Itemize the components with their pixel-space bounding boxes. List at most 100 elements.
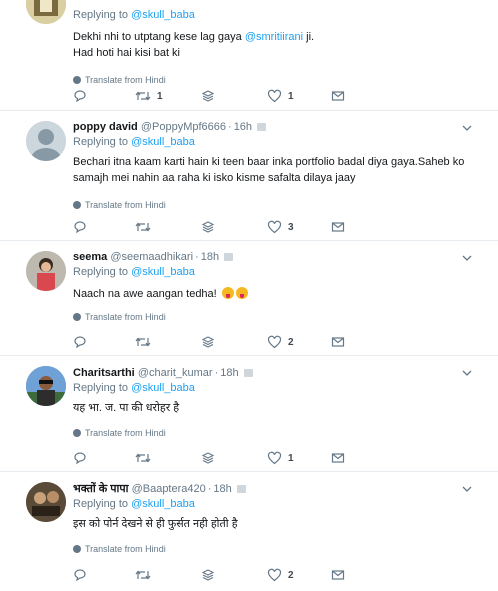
retweet-icon xyxy=(135,568,151,582)
mention-link[interactable]: @smritiirani xyxy=(245,31,303,43)
translate-link[interactable]: Translate from Hindi xyxy=(73,310,478,324)
globe-icon xyxy=(73,545,81,553)
translate-link[interactable]: Translate from Hindi xyxy=(73,73,478,87)
avatar[interactable] xyxy=(26,0,66,24)
like-button[interactable]: 1 xyxy=(267,88,294,104)
replying-mention-link[interactable]: @skull_baba xyxy=(131,382,195,394)
tweet-actions: 2 xyxy=(73,334,373,350)
separator: · xyxy=(214,367,219,379)
display-name[interactable]: seema xyxy=(73,251,107,263)
retweets-count: 1 xyxy=(157,90,163,102)
stack-button[interactable] xyxy=(201,450,215,466)
reply-button[interactable] xyxy=(73,334,93,350)
reply-button[interactable] xyxy=(73,88,93,104)
replying-mention-link[interactable]: @skull_baba xyxy=(131,498,195,510)
display-name[interactable]: Charitsarthi xyxy=(73,367,135,379)
replying-mention-link[interactable]: @skull_baba xyxy=(131,266,195,278)
separator: · xyxy=(228,121,232,133)
replying-label: Replying to xyxy=(73,266,129,278)
tweet-text-line: Had hoti hai kisi bat ki xyxy=(73,47,180,59)
globe-icon xyxy=(73,201,81,209)
translate-label[interactable]: Translate from Hindi xyxy=(85,542,166,556)
tweet-text-suffix: ji. xyxy=(303,31,315,43)
globe-icon xyxy=(73,76,81,84)
tweet-text: यह भा. ज. पा की धरोहर है xyxy=(73,402,180,414)
tweet-3[interactable]: Charitsarthi @charit_kumar · 18h Replying … xyxy=(0,356,498,472)
globe-icon xyxy=(73,429,81,437)
like-button[interactable]: 2 xyxy=(267,334,294,350)
like-button[interactable]: 3 xyxy=(267,219,294,235)
user-handle[interactable]: @charit_kumar xyxy=(138,367,213,379)
timestamp[interactable]: 18h xyxy=(201,251,219,263)
direct-message-button[interactable] xyxy=(331,219,345,235)
tongue-emoji-icon xyxy=(235,287,248,299)
timestamp[interactable]: 18h xyxy=(220,367,238,379)
device-icon xyxy=(236,485,246,493)
direct-message-button[interactable] xyxy=(331,450,345,466)
translate-label[interactable]: Translate from Hindi xyxy=(85,73,166,87)
reply-icon xyxy=(73,451,87,465)
display-name[interactable]: भक्तों के पापा xyxy=(73,483,129,495)
tweet-text-body: Naach na awe aangan tedha! xyxy=(73,288,217,300)
retweet-icon xyxy=(135,451,151,465)
translate-link[interactable]: Translate from Hindi xyxy=(73,198,478,212)
stack-button[interactable] xyxy=(201,219,215,235)
heart-icon xyxy=(267,451,282,465)
stack-icon xyxy=(201,451,215,465)
tweet-0[interactable]: Replying to @skull_baba Dekhi nhi to utp… xyxy=(0,0,498,111)
timestamp[interactable]: 18h xyxy=(213,483,231,495)
replying-mention-link[interactable]: @skull_baba xyxy=(131,9,195,21)
timestamp[interactable]: 16h xyxy=(234,121,252,133)
stack-button[interactable] xyxy=(201,334,215,350)
avatar[interactable] xyxy=(26,482,66,522)
direct-message-button[interactable] xyxy=(331,88,345,104)
direct-message-button[interactable] xyxy=(331,334,345,350)
stack-button[interactable] xyxy=(201,567,215,583)
replying-to: Replying to @skull_baba xyxy=(73,381,478,396)
user-handle[interactable]: @PoppyMpf6666 xyxy=(141,121,226,133)
tweet-header: poppy david @PoppyMpf6666 · 16h xyxy=(73,120,478,135)
retweet-button[interactable] xyxy=(135,334,157,350)
replying-label: Replying to xyxy=(73,382,129,394)
retweet-button[interactable]: 1 xyxy=(135,88,163,104)
avatar[interactable] xyxy=(26,366,66,406)
stack-button[interactable] xyxy=(201,88,215,104)
like-button[interactable]: 2 xyxy=(267,567,294,583)
reply-button[interactable] xyxy=(73,567,93,583)
translate-link[interactable]: Translate from Hindi xyxy=(73,542,478,556)
user-handle[interactable]: @seemaadhikari xyxy=(110,251,193,263)
globe-icon xyxy=(73,313,81,321)
message-icon xyxy=(331,451,345,465)
stack-icon xyxy=(201,568,215,582)
likes-count: 2 xyxy=(288,569,294,581)
replying-mention-link[interactable]: @skull_baba xyxy=(131,136,195,148)
tweet-4[interactable]: भक्तों के पापा @Baaptera420 · 18h Replying… xyxy=(0,472,498,591)
tweet-2[interactable]: seema @seemaadhikari · 18h Replying to @sk… xyxy=(0,241,498,356)
translate-label[interactable]: Translate from Hindi xyxy=(85,426,166,440)
direct-message-button[interactable] xyxy=(331,567,345,583)
tweet-text: Bechari itna kaam karti hain ki teen baa… xyxy=(73,156,465,184)
likes-count: 2 xyxy=(288,336,294,348)
replying-to: Replying to @skull_baba xyxy=(73,8,478,23)
stack-icon xyxy=(201,89,215,103)
translate-link[interactable]: Translate from Hindi xyxy=(73,426,478,440)
tweet-1[interactable]: poppy david @PoppyMpf6666 · 16h Replying t… xyxy=(0,111,498,241)
reply-button[interactable] xyxy=(73,450,93,466)
heart-icon xyxy=(267,89,282,103)
tweet-header: भक्तों के पापा @Baaptera420 · 18h xyxy=(73,482,478,497)
heart-icon xyxy=(267,220,282,234)
avatar[interactable] xyxy=(26,251,66,291)
retweet-button[interactable] xyxy=(135,219,157,235)
avatar[interactable] xyxy=(26,121,66,161)
display-name[interactable]: poppy david xyxy=(73,121,138,133)
translate-label[interactable]: Translate from Hindi xyxy=(85,198,166,212)
replying-label: Replying to xyxy=(73,9,129,21)
user-handle[interactable]: @Baaptera420 xyxy=(132,483,206,495)
like-button[interactable]: 1 xyxy=(267,450,294,466)
tweet-actions: 3 xyxy=(73,219,373,235)
reply-button[interactable] xyxy=(73,219,93,235)
retweet-button[interactable] xyxy=(135,450,157,466)
tweet-text-line: Dekhi nhi to utptang kese lag gaya xyxy=(73,31,245,43)
translate-label[interactable]: Translate from Hindi xyxy=(85,310,166,324)
retweet-button[interactable] xyxy=(135,567,157,583)
